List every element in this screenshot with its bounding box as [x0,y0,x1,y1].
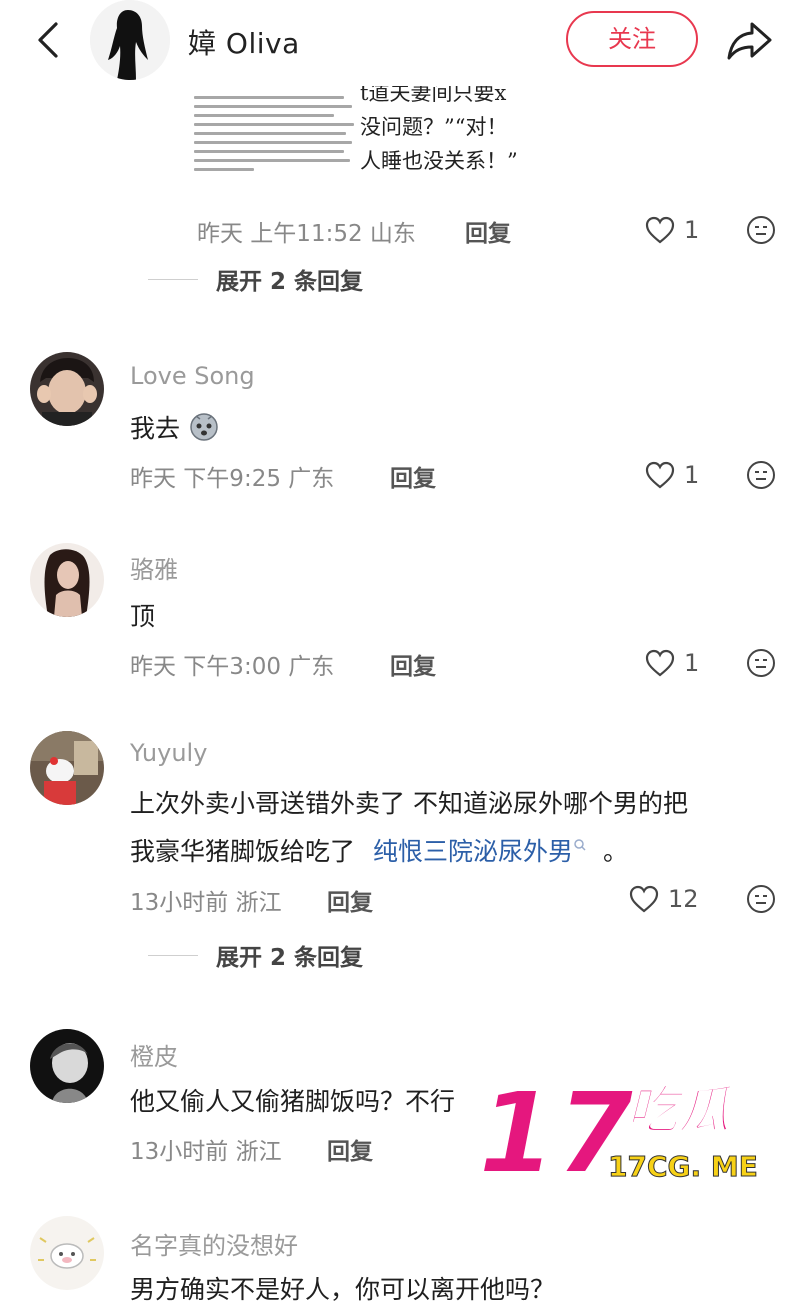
emoji-face-icon [747,461,775,489]
top-bar: 嫜 Oliva 关注 [0,0,800,86]
snippet-line: t道夫妻间只要x [360,86,507,105]
snippet-text-image [190,90,358,194]
comment-text: 顶 [130,602,156,631]
emoji-reaction-button[interactable] [745,647,777,679]
watermark-url: 17CG. ME [608,1150,758,1182]
emoji-reaction-button[interactable] [745,883,777,915]
author-avatar-image [90,0,170,80]
comment-username[interactable]: Love Song [130,362,255,390]
avatar[interactable] [30,1029,104,1103]
watermark-logo: 17 吃瓜 17CG. ME [477,1068,758,1200]
author-avatar[interactable] [90,0,170,80]
avatar-image [30,1216,104,1290]
author-name[interactable]: 嫜 Oliva [188,22,300,62]
comment-meta: 昨天 下午9:25 广东 [130,466,335,492]
avatar[interactable] [30,731,104,805]
emoji-reaction-button[interactable] [745,459,777,491]
comment-text: 他又偷人又偷猪脚饭吗？不行 [130,1087,456,1116]
reply-button[interactable]: 回复 [390,647,436,681]
heart-icon [645,216,675,244]
comment-username[interactable]: 橙皮 [130,1037,178,1072]
reply-button[interactable]: 回复 [327,883,373,917]
watermark-chars: 吃瓜 [626,1081,735,1141]
emoji-reaction-button[interactable] [745,214,777,246]
like-count: 1 [684,216,700,244]
comment-image-snippet[interactable]: t道夫妻间只要x 没问题？”“对！ 人睡也没关系！” [190,86,530,198]
avatar-image [30,1029,104,1103]
heart-icon [645,461,675,489]
like-button[interactable]: 1 [644,647,699,679]
snippet-line: 没问题？”“对！ [360,115,508,139]
heart-icon [629,885,659,913]
like-count: 12 [668,885,699,913]
divider [148,954,198,956]
share-icon [727,22,772,60]
comment-meta: 昨天 下午3:00 广东 [130,654,335,680]
comment-meta: 13小时前 浙江 [130,890,282,916]
expand-replies-label: 展开 2 条回复 [216,945,364,971]
avatar[interactable] [30,352,104,426]
divider [148,278,198,280]
comment-username[interactable]: Yuyuly [130,739,207,767]
expand-replies[interactable]: 展开 2 条回复 [148,262,363,296]
avatar-image [30,352,104,426]
share-button[interactable] [724,16,776,64]
reply-button[interactable]: 回复 [465,214,511,248]
search-icon [574,839,586,851]
comment-username[interactable]: 骆雅 [130,550,178,585]
snippet-line: 人睡也没关系！” [360,149,518,173]
avatar-image [30,731,104,805]
like-count: 1 [684,649,700,677]
comment-text-content: 我去 [130,414,181,443]
search-link-text: 纯恨三院泌尿外男 [372,837,573,866]
emoji-face-icon [747,649,775,677]
chevron-left-icon [38,22,58,58]
shocked-emoji-icon [190,413,218,441]
emoji-face-icon [747,216,775,244]
comment-text-line: 上次外卖小哥送错外卖了 不知道泌尿外哪个男的把 [130,789,688,818]
comment-text-line: 我豪华猪脚饭给吃了 纯恨三院泌尿外男 。 [130,832,628,868]
comment-meta: 昨天 上午11:52 山东 [197,221,416,247]
comment-text: 我去 [130,409,220,445]
emoji-face-icon [747,885,775,913]
avatar[interactable] [30,543,104,617]
reply-button[interactable]: 回复 [327,1132,373,1166]
like-button[interactable]: 1 [644,459,699,491]
like-button[interactable]: 12 [628,883,699,915]
like-count: 1 [684,461,700,489]
heart-icon [645,649,675,677]
back-button[interactable] [30,18,70,62]
expand-replies-label: 展开 2 条回复 [216,269,364,295]
avatar-image [30,543,104,617]
like-button[interactable]: 1 [644,214,699,246]
comment-meta: 13小时前 浙江 [130,1139,282,1165]
reply-button[interactable]: 回复 [390,459,436,493]
avatar[interactable] [30,1216,104,1290]
site-watermark: 17 吃瓜 17CG. ME [477,1068,798,1200]
snippet-large-text: t道夫妻间只要x 没问题？”“对！ 人睡也没关系！” [360,86,530,178]
search-link[interactable]: 纯恨三院泌尿外男 [373,837,595,866]
follow-button[interactable]: 关注 [566,11,698,67]
comment-text: 男方确实不是好人，你可以离开他吗？ [130,1275,556,1304]
comment-text-content: 我豪华猪脚饭给吃了 [130,837,356,866]
comment-username[interactable]: 名字真的没想好 [130,1226,298,1261]
expand-replies[interactable]: 展开 2 条回复 [148,938,363,972]
comment-text-end: 。 [602,837,628,866]
